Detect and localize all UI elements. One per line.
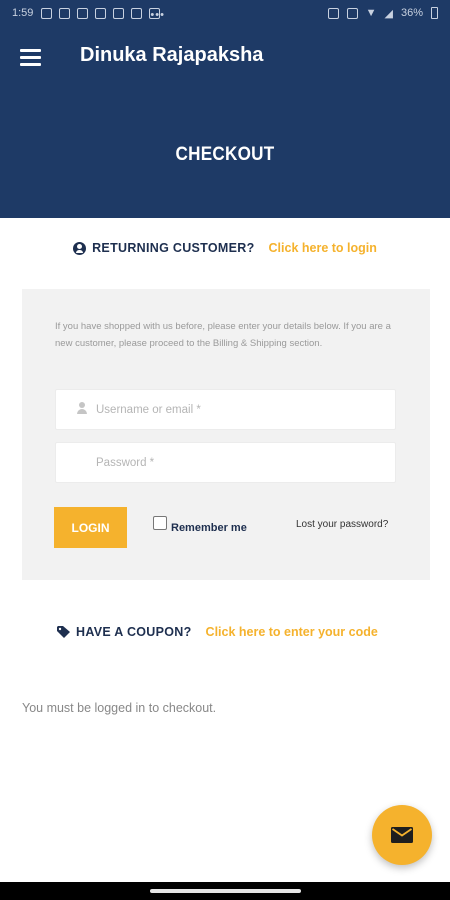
hamburger-menu-icon[interactable]	[20, 48, 42, 66]
page-title: CHECKOUT	[175, 144, 275, 165]
system-icons: ▼ ◢ 36%	[327, 7, 438, 20]
signal-icon: ◢	[384, 7, 393, 20]
mail-fab-button[interactable]	[372, 805, 432, 865]
home-gesture-handle[interactable]	[150, 889, 301, 893]
notification-icon	[77, 7, 89, 19]
remember-me[interactable]: Remember me	[153, 516, 247, 534]
remember-me-checkbox[interactable]	[153, 516, 167, 530]
notification-icon	[131, 7, 143, 19]
status-bar: 1:59 ••• ▼ ◢ 36%	[0, 0, 450, 26]
username-input[interactable]	[56, 390, 395, 429]
battery-icon	[431, 7, 438, 19]
notification-icon	[113, 7, 125, 19]
notification-icon	[41, 7, 53, 19]
returning-customer-row: RETURNING CUSTOMER? Click here to login	[0, 241, 450, 255]
login-button[interactable]: LOGIN	[54, 507, 127, 548]
status-time: 1:59	[12, 7, 34, 19]
login-required-notice: You must be logged in to checkout.	[22, 701, 217, 715]
login-link[interactable]: Click here to login	[269, 241, 377, 255]
login-info-text: If you have shopped with us before, plea…	[55, 321, 391, 349]
app-header: Dinuka Rajapaksha CHECKOUT	[0, 26, 450, 218]
battery-text: 36%	[400, 7, 423, 19]
app-title: Dinuka Rajapaksha	[80, 44, 264, 66]
coupon-row: HAVE A COUPON? Click here to enter your …	[57, 625, 378, 639]
coupon-label: HAVE A COUPON?	[76, 625, 192, 639]
system-nav-bar	[0, 882, 450, 900]
username-field[interactable]	[55, 389, 396, 430]
person-icon	[77, 402, 87, 414]
returning-customer-label: RETURNING CUSTOMER?	[92, 241, 255, 255]
notification-icons: •••	[41, 7, 165, 21]
password-field[interactable]	[55, 442, 396, 483]
vibrate-icon	[346, 7, 358, 19]
notification-icon	[95, 7, 107, 19]
password-input[interactable]	[56, 443, 395, 482]
login-panel: If you have shopped with us before, plea…	[22, 289, 430, 580]
remember-me-label: Remember me	[171, 522, 247, 534]
coupon-link[interactable]: Click here to enter your code	[206, 625, 378, 639]
tag-icon	[57, 626, 70, 638]
wifi-icon: ▼	[365, 7, 377, 19]
mail-icon	[391, 827, 413, 843]
more-notifications-icon: •••	[149, 7, 165, 21]
notification-icon	[59, 7, 71, 19]
lost-password-link[interactable]: Lost your password?	[296, 519, 388, 530]
user-circle-icon	[73, 241, 87, 255]
data-icon	[327, 7, 339, 19]
